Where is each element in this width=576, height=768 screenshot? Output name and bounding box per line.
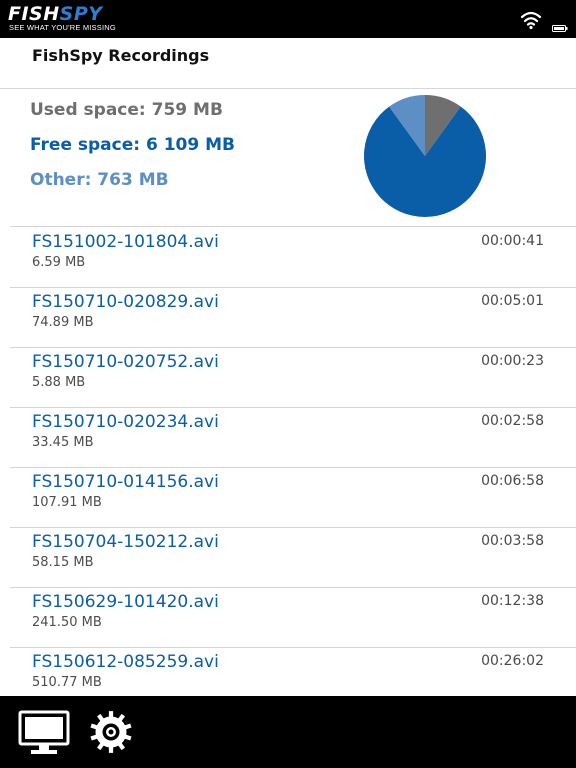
recording-row[interactable]: FS150710-020234.avi 33.45 MB 00:02:58 (10, 407, 576, 468)
battery-icon (552, 25, 568, 32)
status-bar: FISHSPY SEE WHAT YOU'RE MISSING (0, 0, 576, 38)
page-title: FishSpy Recordings (32, 46, 210, 65)
page-header: FishSpy Recordings (0, 38, 576, 89)
recording-row[interactable]: FS150629-101420.avi 241.50 MB 00:12:38 (10, 587, 576, 648)
recording-row[interactable]: FS150710-020829.avi 74.89 MB 00:05:01 (10, 287, 576, 348)
storage-summary: Used space: 759 MB Free space: 6 109 MB … (10, 89, 576, 227)
recording-filesize: 510.77 MB (32, 675, 102, 690)
storage-pie-chart (364, 95, 486, 217)
live-view-tab[interactable] (18, 710, 70, 756)
wifi-icon (520, 11, 542, 30)
logo-wordmark: FISHSPY (8, 4, 103, 24)
recording-filename: FS151002-101804.avi (32, 232, 219, 252)
recording-filesize: 33.45 MB (32, 435, 94, 450)
fishspy-recordings-screen: FISHSPY SEE WHAT YOU'RE MISSING FishSpy … (0, 0, 576, 768)
recording-duration: 00:06:58 (481, 473, 544, 489)
recording-duration: 00:00:41 (481, 233, 544, 249)
recording-filename: FS150710-014156.avi (32, 472, 219, 492)
recording-filename: FS150710-020752.avi (32, 352, 219, 372)
recording-row[interactable]: FS150704-150212.avi 58.15 MB 00:03:58 (10, 527, 576, 588)
recording-filesize: 74.89 MB (32, 315, 94, 330)
recording-filesize: 5.88 MB (32, 375, 86, 390)
recording-duration: 00:12:38 (481, 593, 544, 609)
recording-duration: 00:00:23 (481, 353, 544, 369)
recording-filename: FS150629-101420.avi (32, 592, 219, 612)
recording-filesize: 58.15 MB (32, 555, 94, 570)
logo-tagline: SEE WHAT YOU'RE MISSING (9, 23, 116, 32)
other-space-label: Other: 763 MB (30, 170, 169, 190)
logo-spy-text: SPY (59, 3, 103, 25)
recording-filesize: 241.50 MB (32, 615, 102, 630)
recording-filename: FS150710-020234.avi (32, 412, 219, 432)
recording-row[interactable]: FS151002-101804.avi 6.59 MB 00:00:41 (10, 227, 576, 288)
used-space-label: Used space: 759 MB (30, 100, 223, 120)
recording-filename: FS150710-020829.avi (32, 292, 219, 312)
recording-duration: 00:02:58 (481, 413, 544, 429)
logo-fish-text: FISH (8, 3, 60, 25)
recording-filesize: 107.91 MB (32, 495, 102, 510)
recording-duration: 00:26:02 (481, 653, 544, 669)
recording-row[interactable]: FS150710-020752.avi 5.88 MB 00:00:23 (10, 347, 576, 408)
recording-filename: FS150704-150212.avi (32, 532, 219, 552)
recording-duration: 00:05:01 (481, 293, 544, 309)
bottom-tab-bar (0, 696, 576, 768)
free-space-label: Free space: 6 109 MB (30, 135, 235, 155)
recording-duration: 00:03:58 (481, 533, 544, 549)
fishspy-logo: FISHSPY SEE WHAT YOU'RE MISSING (8, 4, 128, 34)
recording-row[interactable]: FS150710-014156.avi 107.91 MB 00:06:58 (10, 467, 576, 528)
recording-filesize: 6.59 MB (32, 255, 86, 270)
gear-icon (90, 711, 132, 753)
monitor-icon (18, 710, 70, 754)
recording-filename: FS150612-085259.avi (32, 652, 219, 672)
settings-tab[interactable] (88, 709, 134, 755)
